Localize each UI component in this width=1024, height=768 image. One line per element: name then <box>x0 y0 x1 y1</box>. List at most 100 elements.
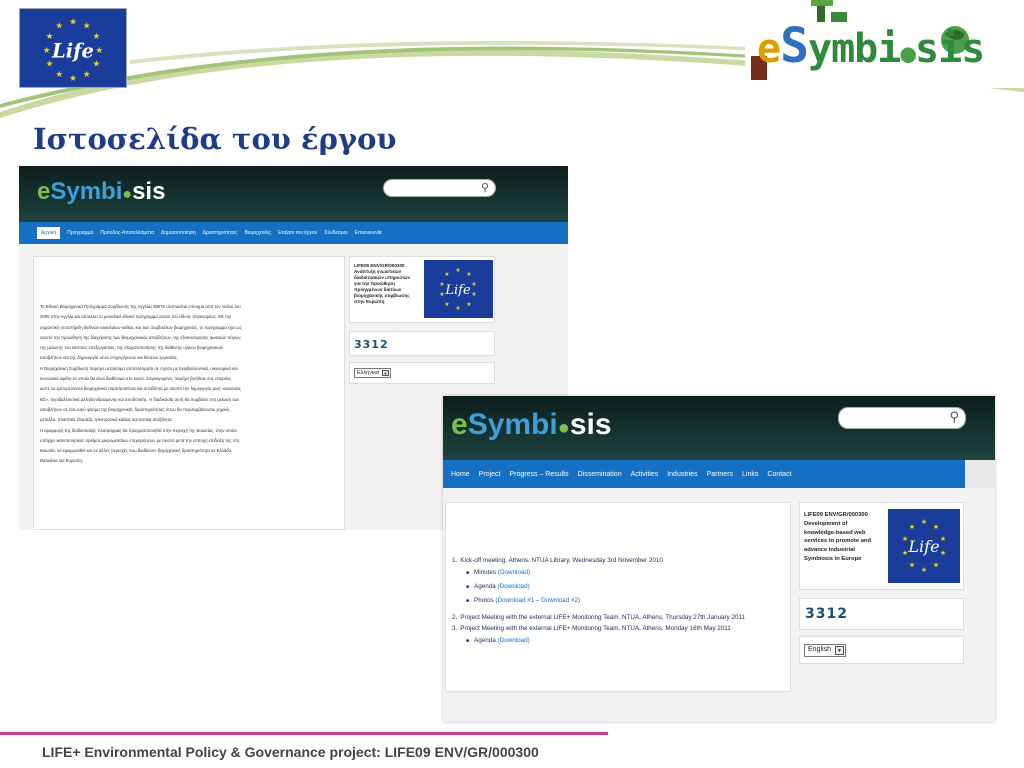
meeting-title: Project Meeting with the external LIFE+ … <box>460 614 745 621</box>
body-line: Το Εθνικό Βιομηχανικό Πρόγραμμα Συμβίωση… <box>40 304 241 309</box>
meeting-doc: ■ Photos (Download #1 – Download #2) <box>466 597 581 604</box>
nav-item-contact[interactable]: Contact <box>767 471 791 478</box>
project-desc-line: Symbiosis in Europe <box>804 555 862 562</box>
search-input[interactable]: ⚲ <box>383 179 496 197</box>
site-header: eSymbi●sis ⚲ <box>443 396 995 460</box>
nav-item-industries[interactable]: Industries <box>667 471 697 478</box>
nav-item-links[interactable]: Links <box>742 471 758 478</box>
svg-text:★: ★ <box>921 518 927 526</box>
svg-text:★: ★ <box>933 523 939 531</box>
project-desc-line: στην Ευρώπη <box>354 299 385 304</box>
meeting-doc: ■ Agenda (Download) <box>466 583 530 590</box>
visitor-counter: 3312 <box>354 338 389 351</box>
bullet-icon: ■ <box>466 638 470 644</box>
nav-item-industries[interactable]: Βιομηχανίες <box>245 230 272 236</box>
nav-item-activities[interactable]: Activities <box>631 471 659 478</box>
eu-flag-icon: ★ ★★ ★★★ ★★★ ★★★ Life <box>20 9 126 87</box>
svg-text:★: ★ <box>902 549 908 557</box>
svg-text:★: ★ <box>95 46 103 56</box>
main-content: 1. Kick-off meeting, Athens, NTUA Library… <box>445 502 791 692</box>
site-logo[interactable]: eSymbi●sis <box>451 408 612 442</box>
life-flag-icon[interactable]: ★ ★ ★ ★ ★ ★ ★ ★ ★ ★ Life <box>888 509 960 583</box>
bullet-icon: ■ <box>466 584 470 590</box>
dropdown-arrow-icon[interactable]: ▼ <box>382 370 389 376</box>
download-link[interactable]: (Download) <box>498 637 530 644</box>
project-desc-line: services to promote and <box>804 538 872 545</box>
nav-item-program[interactable]: Πρόγραμμα <box>67 230 93 236</box>
meeting-item: 3. Project Meeting with the external LIFE… <box>452 625 731 632</box>
nav-item-progress-results[interactable]: Progress – Results <box>509 471 568 478</box>
svg-text:★: ★ <box>444 301 449 308</box>
project-desc-line: Development of <box>804 520 848 527</box>
nav-item-home[interactable]: Home <box>451 471 470 478</box>
esymbiosis-wordmark: eSymbi●sis <box>757 18 985 74</box>
project-desc-line: advance industrial <box>804 547 855 554</box>
nav-item-links[interactable]: Σύνδεσμοι <box>324 230 347 236</box>
bullet-icon: ■ <box>466 598 470 604</box>
body-line: αποβλήτων σε ένα ευρύ φάσμα της βιομηχαν… <box>40 406 231 412</box>
slide: ★ ★ ★ ★ ★ ★ ★ ★ ★ ★ ★ ★ Life eSymbi●sis Ιστοσελί… <box>0 0 1024 768</box>
download-link[interactable]: (Download #1 – Download #2) <box>495 597 580 604</box>
visitor-counter: 3312 <box>805 606 848 622</box>
body-line: Βαλκάνια και Ευρώπη. <box>40 458 84 464</box>
nav-item-progress[interactable]: Πρόοδος-Αποτελέσματα <box>100 230 154 236</box>
svg-text:★: ★ <box>83 70 91 80</box>
body-line: ώστε να εμπορεύονται βιομηχανικά παραπρο… <box>40 386 241 392</box>
svg-text:★: ★ <box>909 523 915 531</box>
language-select[interactable]: Ελληνικά ▼ <box>354 368 391 378</box>
svg-text:★: ★ <box>69 18 77 28</box>
svg-text:★: ★ <box>471 291 476 298</box>
meetings-list: 1. Kick-off meeting, Athens, NTUA Library… <box>452 555 784 648</box>
project-info-box: LIFE09 ENV/GR/000300 Development of know… <box>799 502 964 590</box>
body-line: Η Βιομηχανική Συμβίωση παρέχει μετρήσιμα… <box>40 365 238 371</box>
esymbiosis-logo: eSymbi●sis <box>745 0 1024 88</box>
search-icon[interactable]: ⚲ <box>949 410 959 425</box>
svg-text:★: ★ <box>455 267 460 274</box>
download-link[interactable]: (Download) <box>498 583 530 590</box>
nav-item-partners[interactable]: Partners <box>707 471 733 478</box>
meeting-title: Project Meeting with the external LIFE+ … <box>460 625 731 632</box>
main-content: Το Εθνικό Βιομηχανικό Πρόγραμμα Συμβίωση… <box>33 256 345 530</box>
meeting-doc: ■ Minutes (Download) <box>466 569 531 576</box>
svg-text:Life: Life <box>907 537 939 556</box>
svg-text:★: ★ <box>55 22 63 32</box>
main-nav: Home Project Progress – Results Dissemin… <box>443 460 965 488</box>
meeting-item: 1. Kick-off meeting, Athens, NTUA Library… <box>452 557 663 564</box>
svg-text:★: ★ <box>83 22 91 32</box>
footer-divider <box>0 732 608 735</box>
nav-item-dissemination[interactable]: Dissemination <box>578 471 622 478</box>
svg-text:Life: Life <box>444 283 471 298</box>
nav-item-dissemination[interactable]: Δημοσιοποίηση <box>161 230 196 236</box>
svg-text:★: ★ <box>940 549 946 557</box>
life-logo: ★ ★ ★ ★ ★ ★ ★ ★ ★ ★ ★ ★ Life <box>19 8 127 88</box>
visitor-counter-box: 3312 <box>349 331 495 356</box>
nav-item-activities[interactable]: Δραστηριότητες <box>203 230 238 236</box>
body-line: αποβλήτων και της δημιουργία νέων επιχει… <box>40 355 178 361</box>
nav-item-partners[interactable]: Εταίροι του έργου <box>278 230 317 236</box>
download-link[interactable]: (Download) <box>498 569 530 576</box>
slide-title: Ιστοσελίδα του έργου <box>33 122 397 156</box>
body-line: Βοιωτία, να εφαρμοσθεί και σε άλλες περι… <box>40 448 233 454</box>
search-input[interactable]: ⚲ <box>838 407 966 429</box>
meeting-doc: ■ Agenda (Download) <box>466 637 530 644</box>
language-select[interactable]: English ▼ <box>804 644 846 657</box>
svg-text:★: ★ <box>439 291 444 298</box>
svg-text:★: ★ <box>69 74 77 84</box>
search-icon[interactable]: ⚲ <box>481 181 489 194</box>
nav-item-contact[interactable]: Επικοινωνία <box>355 230 382 236</box>
body-line: κοινωνικά οφέλη τα οποία θα είναι διαθέσ… <box>40 376 232 382</box>
body-line: υπάρχει ικανοποιητικός αριθμός μικρομεσα… <box>40 437 240 443</box>
nav-item-home[interactable]: Αρχική <box>37 227 61 239</box>
body-line: σκοπό την προώθηση της διαχείρισης των β… <box>40 334 242 340</box>
site-logo[interactable]: eSymbi●sis <box>37 178 165 206</box>
website-screenshot-english: eSymbi●sis ⚲ Home Project Progress – Res… <box>443 396 995 722</box>
language-box: English ▼ <box>799 636 964 664</box>
dropdown-arrow-icon[interactable]: ▼ <box>835 646 844 655</box>
svg-text:★: ★ <box>909 561 915 569</box>
footer-text: LIFE+ Environmental Policy & Governance … <box>42 744 539 760</box>
site-body: 1. Kick-off meeting, Athens, NTUA Library… <box>443 488 995 722</box>
svg-text:★: ★ <box>921 566 927 574</box>
nav-item-project[interactable]: Project <box>479 471 501 478</box>
life-flag-icon[interactable]: ★ ★ ★ ★ ★ ★ ★ ★ ★ ★ Life <box>424 260 493 318</box>
project-info-box: LIFE09 ENV/GR/000300 Ανάπτυξη γνωστικών … <box>349 256 495 323</box>
